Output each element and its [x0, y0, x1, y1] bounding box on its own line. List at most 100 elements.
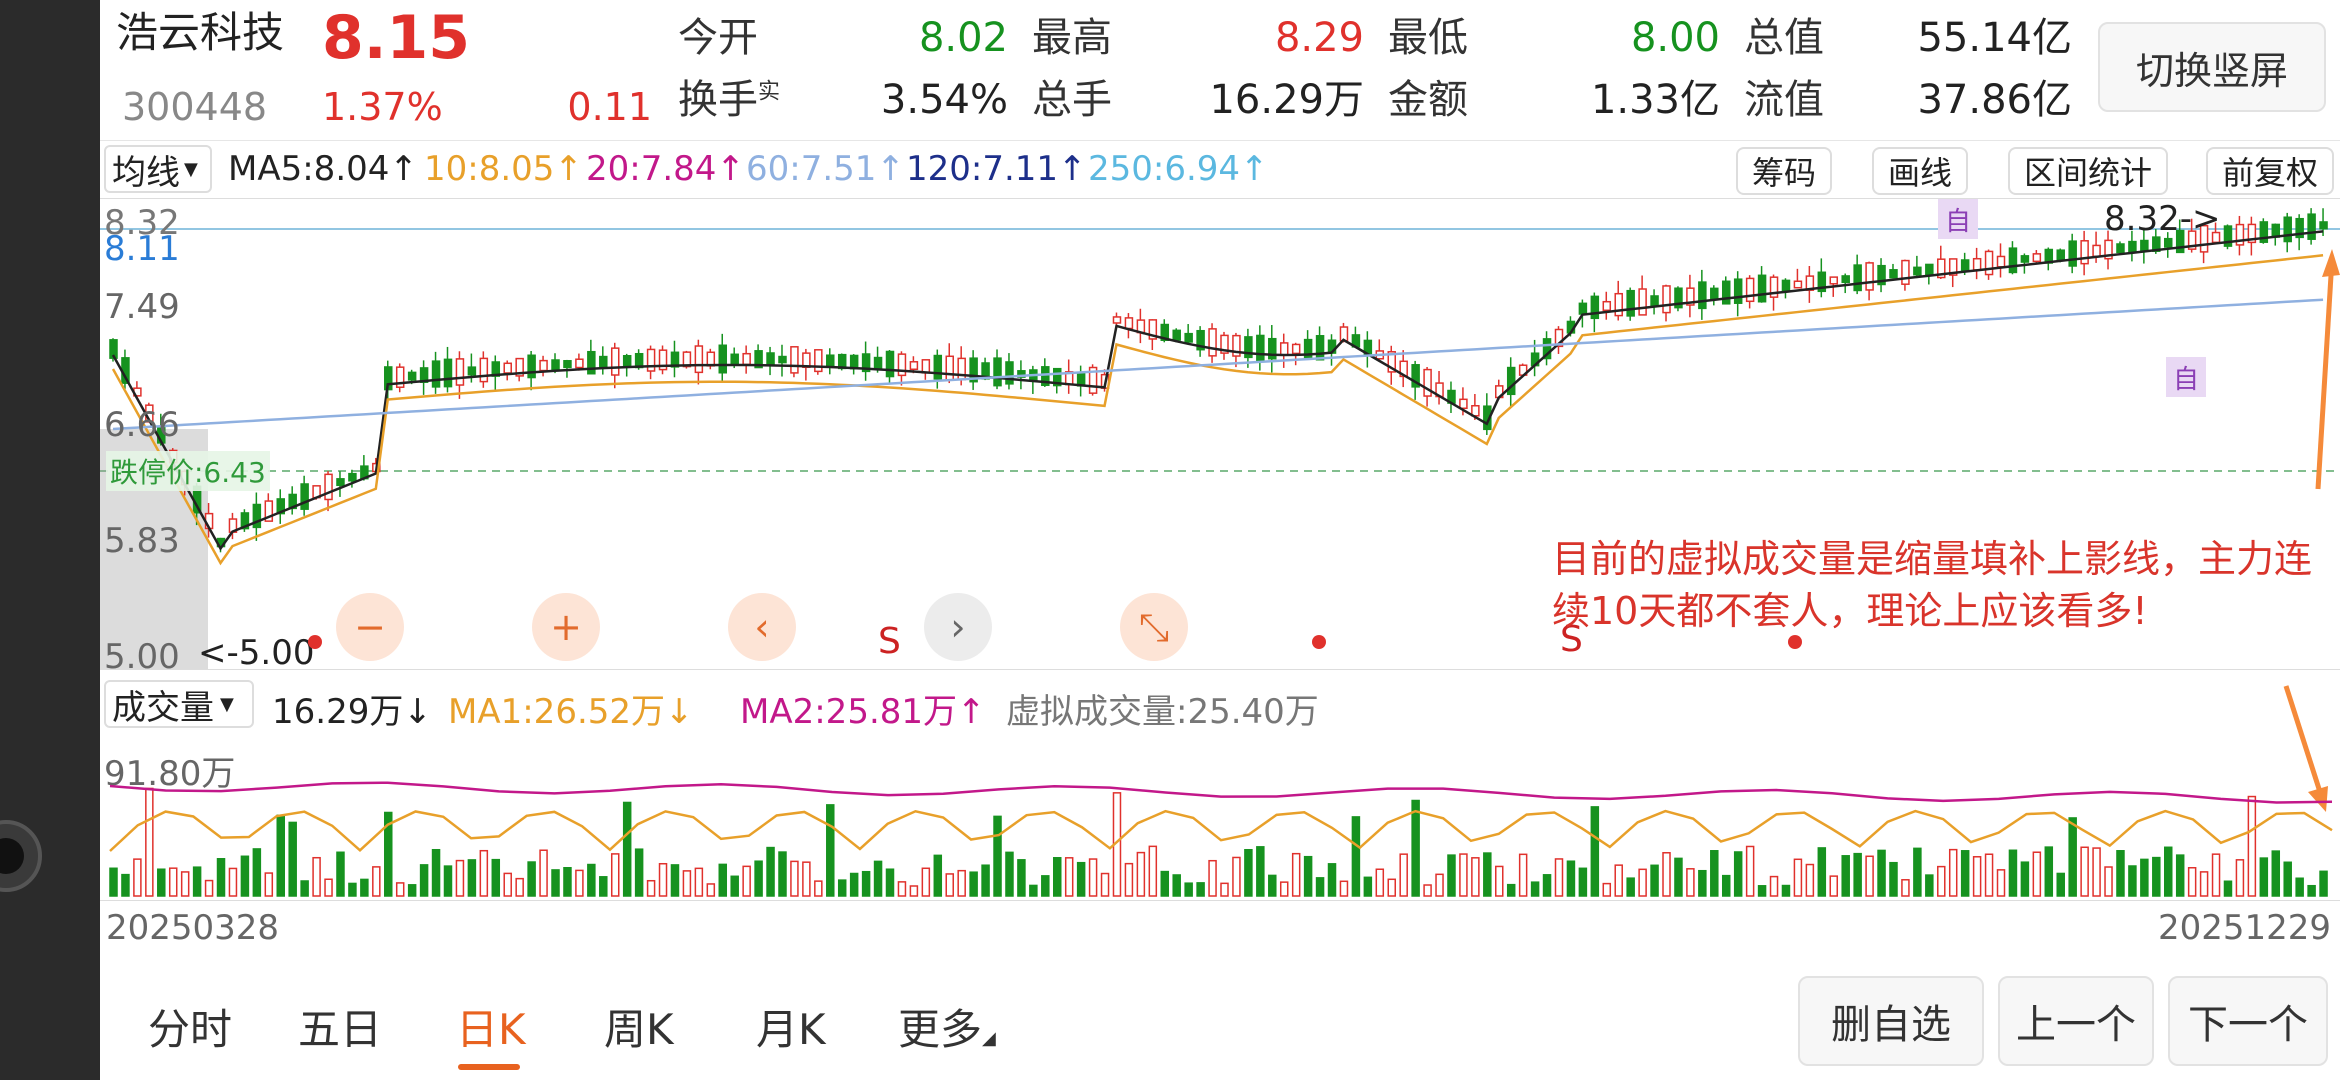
open-value: 8.02: [918, 15, 1008, 61]
candle: [778, 355, 787, 364]
volume-ma2: MA2:25.81万↑: [740, 692, 986, 732]
volume-bar: [503, 872, 512, 897]
volume-bar: [849, 872, 859, 897]
candle: [2283, 216, 2292, 243]
scroll-right-button[interactable]: ›: [924, 593, 992, 661]
volume-bar: [1960, 850, 1970, 897]
previous-stock-button[interactable]: 上一个: [1998, 976, 2154, 1066]
tab-more[interactable]: 更多◢: [898, 996, 996, 1057]
candle: [348, 472, 357, 482]
volume-bar: [2044, 846, 2054, 897]
volume-bar: [1757, 885, 1767, 897]
candle: [467, 366, 477, 376]
self-select-marker[interactable]: 自: [1938, 199, 1978, 239]
volume-indicator-dropdown[interactable]: 成交量 ▼: [104, 680, 254, 728]
candle: [2068, 240, 2077, 267]
orange-arrowhead-up: [2322, 249, 2340, 277]
volume-chart[interactable]: 91.80万: [100, 736, 2340, 900]
volume-bar: [348, 882, 357, 897]
signal-dot: [1312, 635, 1326, 649]
tab-intraday[interactable]: 分时: [148, 996, 232, 1057]
indicator-dropdown[interactable]: 均线 ▼: [104, 145, 212, 193]
candle: [694, 345, 704, 374]
volume-bar: [2247, 795, 2257, 897]
tab-daily-k[interactable]: 日K: [456, 996, 526, 1057]
self-select-marker-2[interactable]: 自: [2166, 357, 2206, 397]
volume-bar: [897, 881, 907, 897]
volume-bar: [2223, 880, 2233, 897]
volume-bar: [1781, 884, 1791, 897]
volume-legend-bar: 成交量 ▼ 16.29万↓ MA1:26.52万↓ MA2:25.81万↑ 虚拟…: [100, 676, 2340, 812]
ma250-value: 250:6.94↑: [1088, 149, 1269, 189]
switch-portrait-button[interactable]: 切换竖屏: [2098, 22, 2326, 112]
candle: [503, 362, 512, 374]
volume-bar: [1076, 861, 1086, 897]
volume-bar: [551, 869, 560, 897]
left-edge-strip: [0, 0, 100, 1080]
forward-adjust-button[interactable]: 前复权: [2206, 147, 2335, 195]
volume-bar: [766, 846, 775, 897]
volume-bar: [204, 879, 214, 897]
volume-bar: [109, 867, 118, 897]
candle: [1698, 281, 1707, 310]
volume-bar: [2080, 846, 2089, 897]
volume-bar: [814, 880, 823, 897]
dropdown-arrow-icon: ▼: [220, 693, 234, 715]
volume-bar: [2175, 854, 2185, 897]
volume-bar: [491, 858, 501, 897]
volume-bar: [790, 860, 799, 897]
draw-line-button[interactable]: 画线: [1872, 147, 1969, 195]
tab-five-day[interactable]: 五日: [298, 996, 382, 1057]
volume-bar: [1088, 858, 1098, 897]
volume-bar: [1100, 872, 1110, 897]
collapse-chart-button[interactable]: ⤡: [1120, 593, 1188, 661]
volume-bar: [2283, 861, 2292, 897]
volume-bar: [778, 851, 787, 897]
change-amount: 0.11: [567, 85, 652, 129]
volume-bar: [1399, 853, 1408, 897]
candle: [1279, 342, 1289, 356]
volume-bar: [1375, 868, 1385, 897]
tab-monthly-k[interactable]: 月K: [756, 996, 826, 1057]
remove-watchlist-button[interactable]: 删自选: [1798, 976, 1984, 1066]
volume-bar: [1041, 875, 1050, 897]
price-label-4: 5.83: [104, 521, 180, 561]
zoom-out-button[interactable]: −: [336, 593, 404, 661]
candle: [455, 358, 465, 386]
next-stock-button[interactable]: 下一个: [2168, 976, 2328, 1066]
volume-bar: [228, 867, 238, 897]
tab-weekly-k[interactable]: 周K: [604, 996, 674, 1057]
volume-bar: [1387, 878, 1396, 897]
volume-value: 16.29万: [1209, 77, 1364, 123]
volume-bar: [670, 864, 680, 897]
candle: [1972, 257, 1982, 271]
volume-bar: [1124, 862, 1134, 897]
kline-chart[interactable]: 8.32 8.11 7.49 6.66 5.83 5.00 跌停价:6.43 8…: [100, 198, 2340, 677]
candle: [2116, 243, 2125, 254]
amount-value: 1.33亿: [1590, 77, 1720, 123]
ma60-value: 60:7.51↑: [746, 149, 905, 189]
scroll-left-button[interactable]: ‹: [728, 593, 796, 661]
volume-bar: [1518, 853, 1528, 897]
zoom-in-button[interactable]: +: [532, 593, 600, 661]
volume-bar: [1793, 858, 1803, 897]
candle: [1626, 289, 1635, 317]
ma-line: [111, 230, 2324, 551]
range-stats-button[interactable]: 区间统计: [2008, 147, 2169, 195]
candle: [587, 350, 596, 375]
price-label-current: 8.11: [104, 229, 180, 269]
volume-bar: [1913, 847, 1922, 897]
candle: [1781, 279, 1791, 293]
volume-bar: [1710, 850, 1719, 897]
volume-bar: [1937, 865, 1946, 897]
volume-bar: [1674, 857, 1683, 897]
candle: [1172, 329, 1181, 341]
chips-button[interactable]: 筹码: [1736, 147, 1833, 195]
candle: [1745, 277, 1755, 303]
volume-bar: [646, 879, 656, 897]
volume-bar: [1459, 853, 1468, 897]
volume-bar: [1853, 852, 1862, 897]
stock-name: 浩云科技: [116, 8, 285, 57]
volume-bar: [431, 848, 441, 897]
candle: [1256, 334, 1265, 362]
